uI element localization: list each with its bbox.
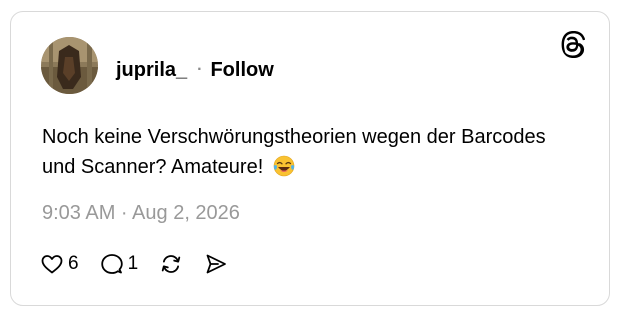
heart-icon	[41, 255, 63, 274]
reply-button[interactable]: 1	[100, 252, 139, 276]
face-with-tears-of-joy-icon	[273, 155, 295, 177]
reply-count: 1	[127, 253, 139, 274]
comment-icon	[100, 254, 123, 274]
post-text: Noch keine Verschwörungstheorien wegen d…	[42, 122, 582, 182]
share-button[interactable]	[204, 252, 228, 276]
like-count: 6	[68, 253, 79, 274]
send-icon	[206, 254, 227, 274]
repost-button[interactable]	[159, 252, 183, 276]
separator-dot: ·	[197, 61, 203, 78]
username[interactable]: juprila_	[116, 59, 187, 82]
action-bar: 6 1	[40, 250, 228, 278]
repost-icon	[161, 255, 181, 273]
post-card: juprila_ · Follow Noch keine Verschwörun…	[10, 11, 610, 306]
like-button[interactable]: 6	[40, 252, 79, 276]
post-timestamp[interactable]: 9:03 AM · Aug 2, 2026	[42, 202, 240, 225]
follow-button[interactable]: Follow	[210, 59, 273, 82]
post-header: juprila_ · Follow	[116, 57, 274, 83]
threads-logo-icon[interactable]	[559, 30, 586, 59]
avatar[interactable]	[41, 37, 98, 94]
